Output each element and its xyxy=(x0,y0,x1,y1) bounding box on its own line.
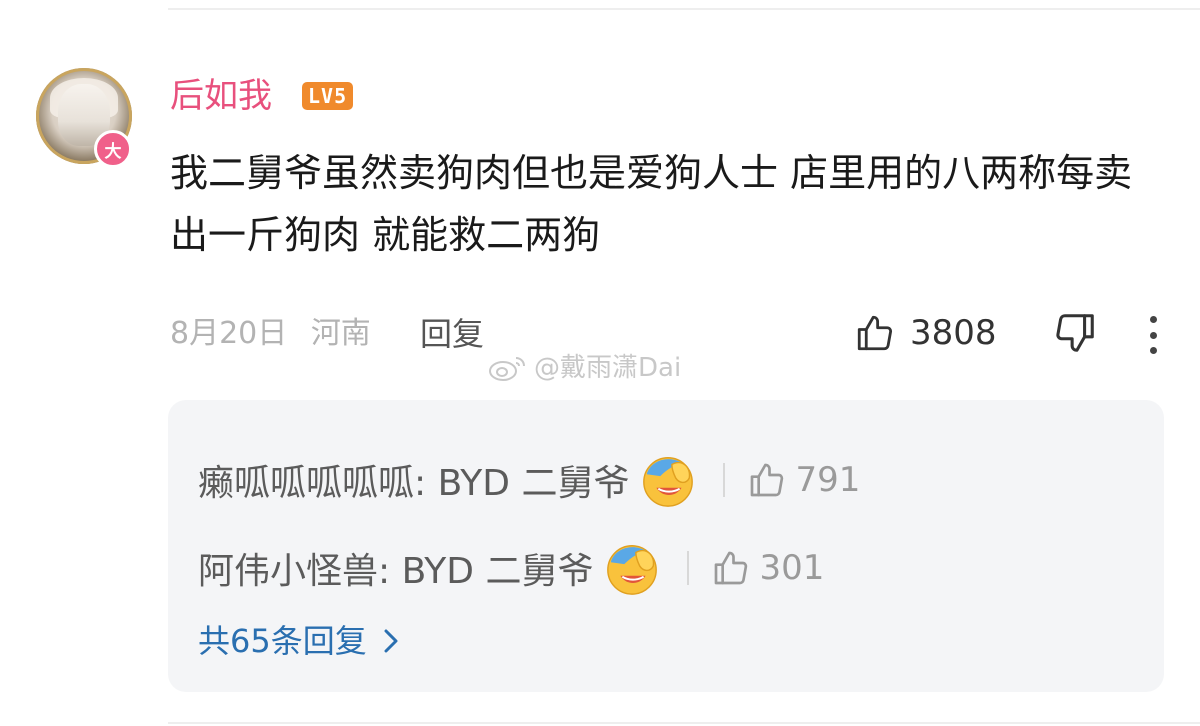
reply-item[interactable]: 癞呱呱呱呱呱: BYD 二舅爷 791 xyxy=(198,448,860,512)
watermark-text: @戴雨潇Dai xyxy=(534,353,682,383)
level-badge: LV5 xyxy=(302,82,354,110)
weibo-logo-icon xyxy=(489,357,525,381)
dot-icon xyxy=(1149,331,1157,339)
chevron-right-icon xyxy=(384,629,398,653)
view-all-replies-link[interactable]: 共65条回复 xyxy=(198,618,399,664)
like-button[interactable]: 3808 xyxy=(854,310,997,356)
thumbs-up-icon xyxy=(857,315,893,351)
thumbs-down-icon xyxy=(1056,314,1094,352)
dislike-button[interactable] xyxy=(1052,310,1098,356)
reply-item[interactable]: 阿伟小怪兽: BYD 二舅爷 301 xyxy=(198,536,824,600)
vip-badge: 大 xyxy=(94,130,132,168)
facepalm-laugh-emoji-icon xyxy=(643,457,694,507)
comment-text: 我二舅爷虽然卖狗肉但也是爱狗人士 店里用的八两称每卖出一斤狗肉 就能救二两狗 xyxy=(170,151,1133,257)
dot-icon xyxy=(1149,316,1157,323)
reply-separator xyxy=(723,463,726,497)
thumbs-up-icon[interactable] xyxy=(711,548,751,588)
like-count: 3808 xyxy=(910,313,997,353)
reply-text: 癞呱呱呱呱呱: BYD 二舅爷 xyxy=(198,463,630,504)
username[interactable]: 后如我 xyxy=(170,74,272,118)
comment-date: 8月20日 xyxy=(170,316,288,351)
facepalm-laugh-emoji-icon xyxy=(607,545,658,595)
replies-panel: 癞呱呱呱呱呱: BYD 二舅爷 791 阿伟小怪兽: BYD 二舅爷 301 共… xyxy=(168,400,1164,692)
comment-meta: 8月20日 河南 xyxy=(170,312,385,356)
reply-text: 阿伟小怪兽: BYD 二舅爷 xyxy=(198,551,594,592)
comment-location: 河南 xyxy=(310,316,371,351)
top-divider xyxy=(168,8,1200,10)
reply-like-count: 791 xyxy=(795,460,861,500)
bottom-divider xyxy=(168,722,1200,724)
reply-button[interactable]: 回复 xyxy=(420,312,484,356)
thumbs-up-icon[interactable] xyxy=(747,460,787,500)
more-options-button[interactable] xyxy=(1138,312,1168,358)
more-replies-label: 共65条回复 xyxy=(198,622,367,660)
dot-icon xyxy=(1149,347,1157,354)
reply-separator xyxy=(687,551,690,585)
watermark: @戴雨潇Dai xyxy=(488,350,681,386)
reply-like-count: 301 xyxy=(759,548,825,588)
